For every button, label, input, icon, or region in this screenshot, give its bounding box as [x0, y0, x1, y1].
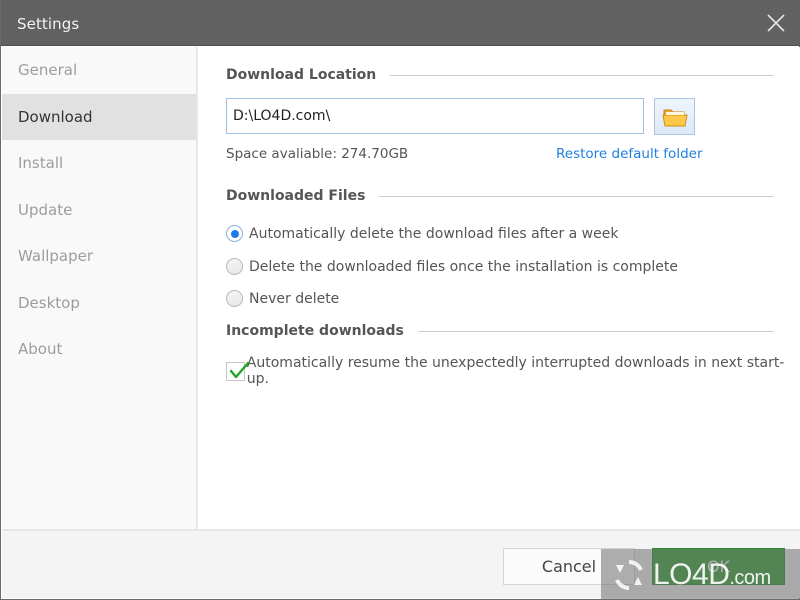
radio-button[interactable] [226, 258, 243, 275]
incomplete-downloads-section-header: Incomplete downloads [226, 323, 774, 339]
radio-label: Delete the downloaded files once the ins… [249, 258, 678, 275]
sidebar-item-wallpaper[interactable]: Wallpaper [2, 233, 196, 280]
radio-label: Automatically delete the download files … [249, 225, 619, 242]
close-icon [767, 14, 785, 32]
title-bar: Settings [1, 0, 800, 46]
close-button[interactable] [765, 12, 787, 34]
browse-folder-button[interactable] [654, 98, 695, 135]
section-divider [390, 74, 774, 76]
download-path-input[interactable] [226, 98, 644, 134]
section-title: Incomplete downloads [226, 323, 404, 339]
sidebar-item-general[interactable]: General [2, 47, 196, 94]
restore-default-folder-link[interactable]: Restore default folder [556, 146, 703, 162]
sidebar-item-label: Wallpaper [18, 247, 94, 266]
downloaded-files-section-header: Downloaded Files [226, 188, 774, 204]
sidebar-item-label: Update [18, 200, 73, 219]
folder-open-icon [661, 109, 688, 126]
refresh-arrows-icon [615, 559, 643, 590]
settings-window: Settings General Download Install Update… [0, 0, 800, 600]
sidebar-item-about[interactable]: About [2, 326, 196, 373]
window-title: Settings [17, 15, 80, 33]
sidebar-item-install[interactable]: Install [2, 140, 196, 187]
auto-resume-checkbox[interactable] [226, 361, 250, 381]
auto-resume-option[interactable]: Automatically resume the unexpectedly in… [226, 355, 800, 387]
sidebar-item-label: Install [18, 154, 64, 173]
sidebar-item-desktop[interactable]: Desktop [2, 280, 196, 327]
auto-resume-label: Automatically resume the unexpectedly in… [246, 355, 785, 387]
sidebar-item-label: General [18, 61, 78, 80]
sidebar-item-label: Download [18, 107, 93, 126]
checkmark-icon [229, 361, 250, 378]
radio-label: Never delete [249, 290, 340, 307]
space-available-text: Space avaliable: 274.70GB [226, 146, 409, 162]
radio-delete-after-install[interactable]: Delete the downloaded files once the ins… [226, 258, 678, 275]
download-settings-panel: Download Location Space avaliable: 274.7… [200, 47, 800, 529]
section-divider [379, 195, 774, 197]
radio-never-delete[interactable]: Never delete [226, 290, 339, 307]
section-title: Downloaded Files [226, 188, 366, 204]
radio-delete-after-week[interactable]: Automatically delete the download files … [226, 225, 618, 242]
sidebar-item-label: Desktop [18, 293, 80, 312]
watermark-text: LO4D.com [653, 557, 771, 591]
lo4d-watermark: LO4D.com [601, 549, 800, 600]
radio-button-checked[interactable] [226, 225, 243, 242]
sidebar-item-download[interactable]: Download [2, 93, 196, 140]
section-title: Download Location [226, 67, 377, 83]
sidebar-item-label: About [18, 340, 63, 359]
sidebar-item-update[interactable]: Update [2, 187, 196, 234]
section-divider [417, 330, 774, 332]
download-location-section-header: Download Location [226, 67, 774, 83]
sidebar-nav: General Download Install Update Wallpape… [2, 47, 198, 529]
radio-button[interactable] [226, 290, 243, 307]
